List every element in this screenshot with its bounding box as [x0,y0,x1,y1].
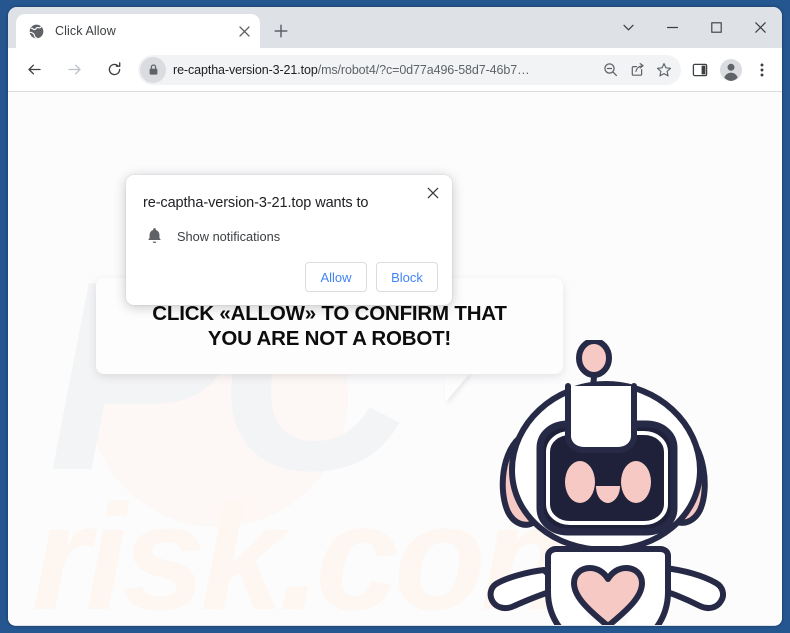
back-button[interactable] [19,55,49,85]
bookmark-star-icon[interactable] [651,57,677,83]
browser-tab-click-allow[interactable]: Click Allow [16,14,260,48]
browser-toolbar: re-captha-version-3-21.top/ms/robot4/?c=… [8,48,782,92]
tab-strip: Click Allow [8,7,782,48]
dialog-title: re-captha-version-3-21.top wants to [143,195,369,211]
notification-permission-dialog: re-captha-version-3-21.top wants to Show… [126,175,452,305]
dialog-permission-label: Show notifications [177,228,281,244]
speech-bubble-text: CLICK «ALLOW» TO CONFIRM THAT YOU ARE NO… [152,302,507,350]
zoom-out-icon[interactable] [597,57,623,83]
browser-window: Click Allow re-captha-version-3-21.top/m… [8,7,782,626]
url-text: re-captha-version-3-21.top/ms/robot4/?c=… [166,63,596,77]
bell-icon [143,225,165,247]
maximize-button[interactable] [694,7,738,48]
dialog-permission-row: Show notifications [143,225,280,247]
tab-title: Click Allow [55,24,116,38]
window-controls [606,7,782,48]
reload-button[interactable] [99,55,129,85]
desktop-background: Click Allow re-captha-version-3-21.top/m… [0,0,790,633]
page-viewport: PC risk.com CLICK «ALLOW» TO CONFIRM THA… [8,92,782,625]
forward-button[interactable] [59,55,89,85]
tab-search-chevron-icon[interactable] [606,7,650,48]
lock-icon[interactable] [140,56,166,83]
url-host: re-captha-version-3-21.top [173,62,318,77]
minimize-button[interactable] [650,7,694,48]
robot-mascot-illustration [478,338,744,625]
close-window-button[interactable] [738,7,782,48]
share-icon[interactable] [624,57,650,83]
profile-avatar-icon[interactable] [717,56,745,84]
dialog-actions: Allow Block [305,262,438,292]
tab-close-icon[interactable] [234,21,254,41]
dialog-close-icon[interactable] [422,182,444,204]
globe-icon [28,23,45,40]
allow-button[interactable]: Allow [305,262,367,292]
new-tab-button[interactable] [266,16,296,46]
url-path: /ms/robot4/?c=0d77a496-58d7-46b7… [317,62,530,77]
side-panel-icon[interactable] [686,56,714,84]
address-bar[interactable]: re-captha-version-3-21.top/ms/robot4/?c=… [138,54,681,85]
three-dot-menu-icon[interactable] [748,56,776,84]
block-button[interactable]: Block [376,262,438,292]
speech-bubble-tail [445,373,470,403]
